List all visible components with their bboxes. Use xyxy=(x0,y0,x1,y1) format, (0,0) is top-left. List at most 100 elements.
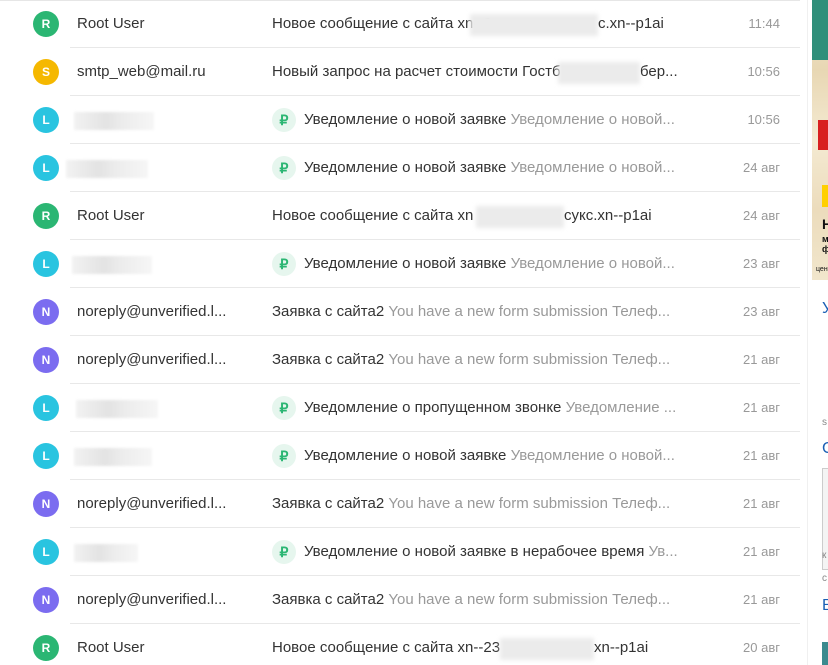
message-subject: Новое сообщение с сайта xn--23 xyxy=(272,639,501,656)
message-subject: Уведомление о пропущенном звонке xyxy=(304,399,562,416)
avatar: L xyxy=(33,443,59,469)
message-preview: Ув... xyxy=(648,543,678,560)
message-line: Заявка с сайта2 You have a new form subm… xyxy=(272,303,680,321)
side-link-2[interactable]: С xyxy=(822,440,828,458)
mail-row[interactable]: Nnoreply@unverified.l... Заявка с сайта2 … xyxy=(0,576,800,624)
avatar: R xyxy=(33,635,59,661)
message-line: Уведомление о новой заявке Уведомление о… xyxy=(304,255,680,273)
message-preview: Уведомление ... xyxy=(565,399,677,416)
message-date: 24 авг xyxy=(743,208,780,223)
redacted-subject xyxy=(470,14,598,36)
sender-name: Root User xyxy=(77,15,145,32)
sender-name: smtp_web@mail.ru xyxy=(77,63,206,80)
sender-name: noreply@unverified.l... xyxy=(77,303,227,320)
ad-banner-red-block xyxy=(818,120,828,150)
side-link-3[interactable]: В xyxy=(822,597,828,615)
message-subject: Заявка с сайта2 xyxy=(272,591,385,608)
message-date: 24 авг xyxy=(743,160,780,175)
side-small-3: с xyxy=(822,573,827,584)
message-line: Уведомление о пропущенном звонке Уведомл… xyxy=(304,399,680,417)
message-subject: Заявка с сайта2 xyxy=(272,351,385,368)
avatar: L xyxy=(33,251,59,277)
message-subject: Уведомление о новой заявке xyxy=(304,159,507,176)
message-subject: Заявка с сайта2 xyxy=(272,495,385,512)
avatar: N xyxy=(33,491,59,517)
message-subject-tail: сукс.xn--p1ai xyxy=(564,207,652,224)
avatar: N xyxy=(33,587,59,613)
ruble-icon: ₽ xyxy=(272,156,296,180)
message-date: 20 авг xyxy=(743,640,780,655)
mail-list: R Root User Новое сообщение с сайта xn--2 с… xyxy=(0,0,800,665)
message-date: 21 авг xyxy=(743,448,780,463)
message-date: 21 авг xyxy=(743,592,780,607)
ruble-icon: ₽ xyxy=(272,252,296,276)
ad-banner-top xyxy=(812,0,828,60)
redacted-sender xyxy=(74,112,154,130)
message-line: Уведомление о новой заявке Уведомление о… xyxy=(304,159,680,177)
mail-row[interactable]: Nnoreply@unverified.l... Заявка с сайта2 … xyxy=(0,480,800,528)
message-subject: Заявка с сайта2 xyxy=(272,303,385,320)
message-preview: Уведомление о новой... xyxy=(510,159,675,176)
message-subject-tail: бер... xyxy=(640,63,678,80)
avatar: R xyxy=(33,11,59,37)
ad-text-1: Н xyxy=(822,216,828,232)
message-subject: Новый запрос на расчет стоимости Гостб xyxy=(272,63,561,80)
ruble-icon: ₽ xyxy=(272,540,296,564)
mail-row[interactable]: L ₽ Уведомление о новой заявке Уведомление… xyxy=(0,432,800,480)
mail-row[interactable]: R Root User Новое сообщение с сайта xn--2 с… xyxy=(0,0,800,48)
redacted-subject xyxy=(476,206,564,228)
mail-row[interactable]: L ₽ Уведомление о пропущенном звонке Уведо… xyxy=(0,384,800,432)
avatar: N xyxy=(33,299,59,325)
message-preview: Уведомление о новой... xyxy=(510,111,675,128)
message-subject: Уведомление о новой заявке в нерабочее в… xyxy=(304,543,645,560)
redacted-sender xyxy=(74,544,138,562)
sender-name: noreply@unverified.l... xyxy=(77,591,227,608)
mail-row[interactable]: Ssmtp_web@mail.ru Новый запрос на расчет … xyxy=(0,48,800,96)
message-subject: Уведомление о новой заявке xyxy=(304,111,507,128)
mail-row[interactable]: L ₽ Уведомление о новой заявке Уведомление… xyxy=(0,240,800,288)
ad-banner-yellow-block xyxy=(822,185,828,207)
ad-text-2: м xyxy=(822,234,828,244)
message-preview: Уведомление о новой... xyxy=(510,447,675,464)
redacted-subject xyxy=(558,62,640,84)
message-date: 10:56 xyxy=(747,112,780,127)
mail-row[interactable]: Nnoreply@unverified.l... Заявка с сайта2 … xyxy=(0,288,800,336)
message-date: 23 авг xyxy=(743,256,780,271)
redacted-sender xyxy=(66,160,148,178)
avatar: L xyxy=(33,155,59,181)
avatar: N xyxy=(33,347,59,373)
message-line: Уведомление о новой заявке Уведомление о… xyxy=(304,447,680,465)
redacted-sender xyxy=(72,256,152,274)
message-date: 23 авг xyxy=(743,304,780,319)
side-link-1[interactable]: У xyxy=(822,300,828,318)
redacted-sender xyxy=(76,400,158,418)
mail-row[interactable]: L ₽ Уведомление о новой заявке в нерабочее… xyxy=(0,528,800,576)
message-subject: Новое сообщение с сайта xn--2 xyxy=(272,15,492,32)
message-line: Заявка с сайта2 You have a new form subm… xyxy=(272,495,680,513)
message-subject: Уведомление о новой заявке xyxy=(304,255,507,272)
sender-name: noreply@unverified.l... xyxy=(77,495,227,512)
mail-row[interactable]: R Root User Новое сообщение с сайта xn--23… xyxy=(0,624,800,665)
ruble-icon: ₽ xyxy=(272,444,296,468)
mail-row[interactable]: Nnoreply@unverified.l... Заявка с сайта2 … xyxy=(0,336,800,384)
mail-row[interactable]: R Root User Новое сообщение с сайта xn сукс… xyxy=(0,192,800,240)
sender-name: noreply@unverified.l... xyxy=(77,351,227,368)
mail-row[interactable]: L ₽ Уведомление о новой заявке Уведомление… xyxy=(0,144,800,192)
avatar: L xyxy=(33,539,59,565)
side-thumbnail-2[interactable] xyxy=(822,642,828,665)
message-date: 11:44 xyxy=(748,16,780,31)
mail-row[interactable]: L ₽ Уведомление о новой заявке Уведомление… xyxy=(0,96,800,144)
ad-text-4: цен xyxy=(816,266,828,273)
ruble-icon: ₽ xyxy=(272,108,296,132)
message-subject: Уведомление о новой заявке xyxy=(304,447,507,464)
ad-text-3: ф xyxy=(822,244,828,254)
side-small-1: s xyxy=(822,417,827,428)
redacted-sender xyxy=(74,448,152,466)
message-date: 21 авг xyxy=(743,544,780,559)
message-preview: Уведомление о новой... xyxy=(510,255,675,272)
message-subject-tail: xn--p1ai xyxy=(594,639,649,656)
message-line: Уведомление о новой заявке Уведомление о… xyxy=(304,111,680,129)
message-line: Уведомление о новой заявке в нерабочее в… xyxy=(304,543,680,561)
message-date: 21 авг xyxy=(743,496,780,511)
sender-name: Root User xyxy=(77,207,145,224)
